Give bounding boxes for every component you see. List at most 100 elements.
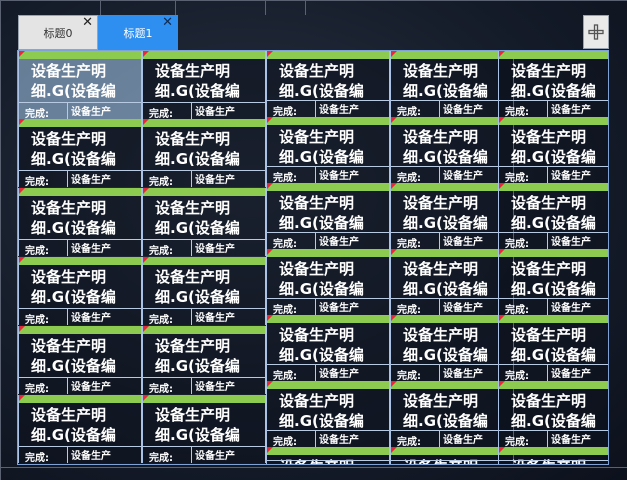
card-subtitle: 细.G(设备编 [279, 346, 364, 364]
card-divider [191, 377, 192, 394]
card-title: 设备生产明 [279, 62, 355, 80]
card-divider [67, 239, 68, 256]
device-label: 设备生产 [443, 237, 483, 248]
device-label: 设备生产 [551, 237, 591, 248]
card-title: 设备生产明 [155, 62, 231, 80]
device-card[interactable]: 设备生产明细.G(设备编完成:设备生产 [498, 117, 608, 183]
device-label: 设备生产 [71, 244, 111, 255]
device-card[interactable]: 设备生产明细.G(设备编完成:设备生产 [142, 51, 266, 119]
card-header-bar [391, 315, 513, 323]
device-label: 设备生产 [195, 382, 235, 393]
card-subtitle: 细.G(设备编 [403, 82, 488, 100]
card-divider [67, 446, 68, 463]
card-marker [143, 119, 149, 125]
device-card[interactable]: 设备生产明细.G(设备编完成:设备生产 [390, 447, 514, 464]
device-card[interactable]: 设备生产明细.G(设备编完成:设备生产 [390, 315, 514, 381]
card-subtitle: 细.G(设备编 [279, 412, 364, 430]
status-label: 完成: [505, 305, 529, 315]
device-card[interactable]: 设备生产明细.G(设备编完成:设备生产 [498, 51, 608, 117]
card-title: 设备生产明 [155, 268, 231, 286]
card-marker [19, 395, 25, 401]
card-divider [191, 446, 192, 463]
close-icon[interactable]: ✕ [82, 16, 93, 30]
device-card[interactable]: 设备生产明细.G(设备编完成:设备生产 [390, 183, 514, 249]
card-subtitle: 细.G(设备编 [155, 288, 240, 306]
device-card[interactable]: 设备生产明细.G(设备编完成:设备生产 [142, 257, 266, 325]
device-card[interactable]: 设备生产明细.G(设备编完成:设备生产 [266, 447, 390, 464]
device-card[interactable]: 设备生产明细.G(设备编完成:设备生产 [142, 188, 266, 256]
device-card[interactable]: 设备生产明细.G(设备编完成:设备生产 [266, 315, 390, 381]
tab-0[interactable]: 标题0 ✕ [18, 15, 98, 50]
close-icon[interactable]: ✕ [162, 16, 173, 30]
tab-1[interactable]: 标题1 ✕ [98, 15, 178, 50]
status-label: 完成: [505, 463, 529, 464]
device-card[interactable]: 设备生产明细.G(设备编完成:设备生产 [266, 51, 390, 117]
card-divider [439, 430, 440, 447]
status-label: 完成: [273, 239, 297, 249]
card-marker [391, 183, 397, 189]
status-label: 完成: [397, 305, 421, 315]
device-card[interactable]: 设备生产明细.G(设备编完成:设备生产 [18, 257, 142, 325]
card-marker [267, 315, 273, 321]
device-card[interactable]: 设备生产明细.G(设备编完成:设备生产 [498, 381, 608, 447]
device-card[interactable]: 设备生产明细.G(设备编完成:设备生产 [390, 51, 514, 117]
device-card[interactable]: 设备生产明细.G(设备编完成:设备生产 [390, 117, 514, 183]
card-marker [391, 51, 397, 57]
device-label: 设备生产 [319, 435, 359, 446]
card-divider [439, 298, 440, 315]
card-title: 设备生产明 [155, 337, 231, 355]
status-label: 完成: [397, 107, 421, 117]
card-divider [315, 100, 316, 117]
card-subtitle: 细.G(设备编 [511, 412, 596, 430]
card-marker [267, 447, 273, 453]
device-card[interactable]: 设备生产明细.G(设备编完成:设备生产 [142, 119, 266, 187]
status-label: 完成: [25, 246, 49, 256]
card-header-bar [143, 119, 265, 127]
device-card[interactable]: 设备生产明细.G(设备编完成:设备生产 [142, 326, 266, 394]
device-card[interactable]: 设备生产明细.G(设备编完成:设备生产 [18, 119, 142, 187]
card-header-bar [499, 381, 608, 389]
status-label: 完成: [273, 463, 297, 464]
device-label: 设备生产 [443, 105, 483, 116]
device-card[interactable]: 设备生产明细.G(设备编完成:设备生产 [390, 249, 514, 315]
card-divider [439, 460, 440, 464]
card-divider [191, 102, 192, 119]
device-card[interactable]: 设备生产明细.G(设备编完成:设备生产 [142, 395, 266, 463]
device-label: 设备生产 [319, 303, 359, 314]
device-card[interactable]: 设备生产明细.G(设备编完成:设备生产 [498, 315, 608, 381]
device-card[interactable]: 设备生产明细.G(设备编完成:设备生产 [266, 117, 390, 183]
card-subtitle: 细.G(设备编 [31, 82, 116, 100]
device-card[interactable]: 设备生产明细.G(设备编完成:设备生产 [498, 447, 608, 464]
device-card[interactable]: 设备生产明细.G(设备编完成:设备生产 [498, 249, 608, 315]
device-card[interactable]: 设备生产明细.G(设备编完成:设备生产 [266, 183, 390, 249]
card-subtitle: 细.G(设备编 [155, 150, 240, 168]
card-subtitle: 细.G(设备编 [31, 219, 116, 237]
card-marker [267, 183, 273, 189]
device-card[interactable]: 设备生产明细.G(设备编完成:设备生产 [266, 249, 390, 315]
card-header-bar [143, 51, 265, 59]
device-card[interactable]: 设备生产明细.G(设备编完成:设备生产 [18, 395, 142, 463]
status-label: 完成: [149, 177, 173, 187]
device-label: 设备生产 [319, 105, 359, 116]
device-card[interactable]: 设备生产明细.G(设备编完成:设备生产 [390, 381, 514, 447]
app-window: 标题0 ✕ 标题1 ✕ 设备生产明 细.G(设备编 完成: 设备生产 设备生产明 细.G(… [0, 0, 627, 480]
add-tab-button[interactable] [583, 15, 609, 49]
card-header-bar [499, 183, 608, 191]
card-divider [315, 460, 316, 464]
device-card[interactable]: 设备生产明细.G(设备编完成:设备生产 [266, 381, 390, 447]
device-label: 设备生产 [71, 175, 111, 186]
card-title: 设备生产明 [279, 260, 355, 278]
device-label: 设备生产 [551, 105, 591, 116]
card-header-bar [391, 381, 513, 389]
card-divider [315, 430, 316, 447]
status-label: 完成: [397, 173, 421, 183]
card-marker [499, 51, 505, 57]
device-card[interactable]: 设备生产明细.G(设备编完成:设备生产 [18, 326, 142, 394]
device-card[interactable]: 设备生产明细.G(设备编完成:设备生产 [18, 188, 142, 256]
device-card[interactable]: 设备生产明细.G(设备编完成:设备生产 [18, 51, 142, 119]
card-divider [191, 308, 192, 325]
card-marker [19, 326, 25, 332]
card-title: 设备生产明 [511, 326, 587, 344]
card-marker [143, 188, 149, 194]
device-card[interactable]: 设备生产明细.G(设备编完成:设备生产 [498, 183, 608, 249]
